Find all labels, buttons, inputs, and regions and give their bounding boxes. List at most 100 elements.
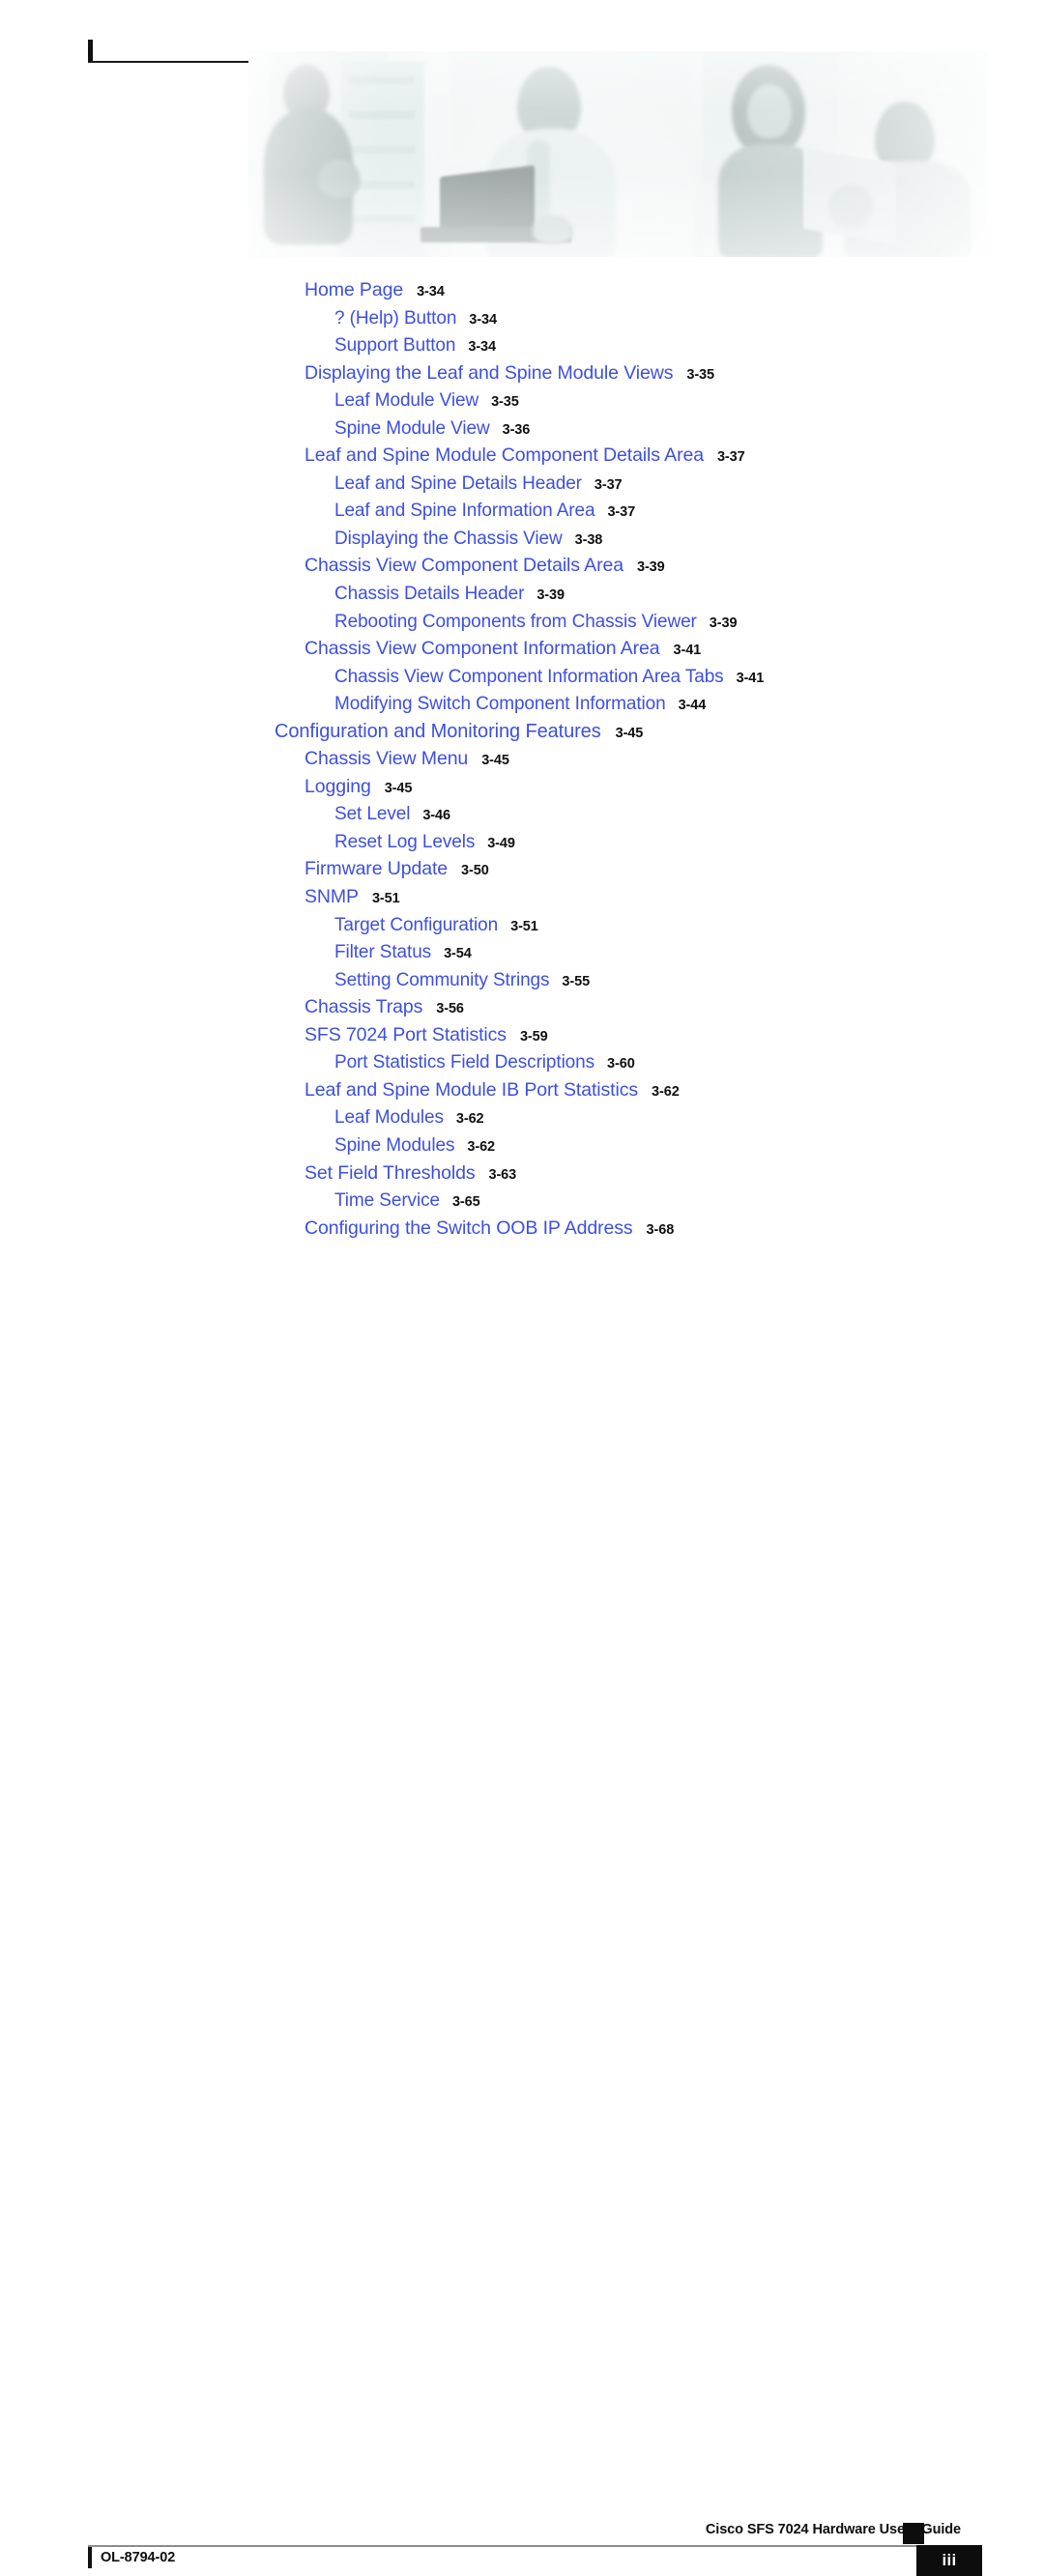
toc-entry[interactable]: Logging 3-45 xyxy=(0,773,1044,801)
toc-entry-title[interactable]: Set Level xyxy=(334,804,410,824)
toc-entry-page-number: 3-39 xyxy=(636,559,665,576)
toc-entry[interactable]: Chassis Traps 3-56 xyxy=(0,993,1044,1021)
toc-entry[interactable]: Reset Log Levels 3-49 xyxy=(0,828,1044,856)
toc-entry[interactable]: Configuration and Monitoring Features 3-4… xyxy=(0,718,1044,746)
toc-entry[interactable]: Rebooting Components from Chassis Viewer… xyxy=(0,608,1044,636)
toc-entry[interactable]: Chassis View Component Details Area 3-39 xyxy=(0,552,1044,580)
toc-entry-title[interactable]: Rebooting Components from Chassis Viewer xyxy=(334,612,697,632)
toc-entry-page-number: 3-35 xyxy=(491,394,519,411)
toc-entry[interactable]: Configuring the Switch OOB IP Address 3-6… xyxy=(0,1215,1044,1243)
toc-entry[interactable]: Leaf Modules 3-62 xyxy=(0,1103,1044,1131)
toc-entry[interactable]: Setting Community Strings 3-55 xyxy=(0,966,1044,994)
toc-entry[interactable]: Leaf and Spine Information Area 3-37 xyxy=(0,497,1044,525)
toc-entry-title[interactable]: Spine Module View xyxy=(334,418,490,439)
toc-entry-title[interactable]: Filter Status xyxy=(334,942,431,962)
header-banner-image xyxy=(248,51,987,257)
toc-entry[interactable]: SFS 7024 Port Statistics 3-59 xyxy=(0,1021,1044,1049)
toc-entry[interactable]: Support Button 3-34 xyxy=(0,331,1044,359)
toc-entry-page-number: 3-41 xyxy=(673,643,702,659)
toc-entry[interactable]: Chassis View Component Information Area … xyxy=(0,663,1044,691)
toc-entry-page-number: 3-59 xyxy=(519,1028,548,1045)
toc-entry[interactable]: Leaf Module View 3-35 xyxy=(0,386,1044,415)
toc-entry-page-number: 3-46 xyxy=(422,808,450,824)
toc-entry-title[interactable]: Displaying the Chassis View xyxy=(334,529,563,549)
toc-entry-page-number: 3-39 xyxy=(536,587,565,604)
toc-entry-page-number: 3-54 xyxy=(444,946,472,962)
toc-entry-title[interactable]: Logging xyxy=(304,776,371,797)
toc-entry[interactable]: ? (Help) Button 3-34 xyxy=(0,304,1044,332)
toc-entry-page-number: 3-41 xyxy=(736,670,765,686)
toc-entry[interactable]: Spine Module View 3-36 xyxy=(0,415,1044,443)
toc-entry-page-number: 3-65 xyxy=(451,1194,480,1211)
toc-entry[interactable]: Spine Modules 3-62 xyxy=(0,1131,1044,1159)
toc-entry[interactable]: Home Page 3-34 xyxy=(0,276,1044,304)
toc-entry[interactable]: Modifying Switch Component Information 3-… xyxy=(0,690,1044,718)
toc-entry[interactable]: Displaying the Leaf and Spine Module Vie… xyxy=(0,359,1044,387)
footer-page-number: iii xyxy=(942,2551,957,2569)
footer-rule xyxy=(88,2545,925,2547)
toc-entry-page-number: 3-60 xyxy=(607,1056,635,1073)
toc-entry-title[interactable]: Leaf Module View xyxy=(334,390,478,411)
toc-entry-page-number: 3-35 xyxy=(686,366,714,383)
toc-entry-title[interactable]: ? (Help) Button xyxy=(334,308,456,329)
toc-entry-page-number: 3-34 xyxy=(468,339,496,356)
toc-entry[interactable]: Leaf and Spine Module Component Details … xyxy=(0,442,1044,470)
toc-entry[interactable]: Leaf and Spine Details Header 3-37 xyxy=(0,470,1044,498)
toc-entry-title[interactable]: Leaf and Spine Details Header xyxy=(334,473,582,494)
toc-entry[interactable]: Port Statistics Field Descriptions 3-60 xyxy=(0,1048,1044,1076)
header-rule xyxy=(88,61,250,63)
toc-entry[interactable]: Time Service 3-65 xyxy=(0,1187,1044,1215)
toc-entry-title[interactable]: Target Configuration xyxy=(334,915,498,935)
header-change-bar xyxy=(88,40,93,62)
toc-entry-page-number: 3-45 xyxy=(481,753,509,769)
toc-entry-title[interactable]: Port Statistics Field Descriptions xyxy=(334,1052,594,1073)
toc-entry-title[interactable]: Leaf and Spine Module Component Details … xyxy=(304,444,704,466)
toc-entry-title[interactable]: Spine Modules xyxy=(334,1135,454,1156)
toc-entry-title[interactable]: Configuring the Switch OOB IP Address xyxy=(304,1217,633,1239)
toc-entry-page-number: 3-36 xyxy=(502,421,531,438)
toc-entry-page-number: 3-34 xyxy=(417,284,445,300)
toc-entry[interactable]: Leaf and Spine Module IB Port Statistics… xyxy=(0,1076,1044,1104)
toc-entry[interactable]: SNMP 3-51 xyxy=(0,883,1044,911)
toc-entry-title[interactable]: Configuration and Monitoring Features xyxy=(275,721,601,742)
toc-entry[interactable]: Firmware Update 3-50 xyxy=(0,855,1044,883)
toc-entry-page-number: 3-55 xyxy=(562,973,591,989)
toc-entry-title[interactable]: Chassis View Component Information Area … xyxy=(334,667,724,687)
toc-entry-page-number: 3-37 xyxy=(607,504,636,521)
toc-entry-title[interactable]: Chassis View Component Details Area xyxy=(304,555,624,576)
toc-entry-title[interactable]: Chassis View Menu xyxy=(304,748,468,769)
toc-entry[interactable]: Chassis View Menu 3-45 xyxy=(0,745,1044,773)
toc-entry[interactable]: Chassis View Component Information Area 3… xyxy=(0,635,1044,663)
toc-entry-title[interactable]: Leaf and Spine Information Area xyxy=(334,501,595,521)
toc-entry-page-number: 3-44 xyxy=(678,698,707,714)
toc-entry-title[interactable]: Set Field Thresholds xyxy=(304,1162,476,1184)
toc-entry-page-number: 3-34 xyxy=(469,311,497,328)
toc-entry-title[interactable]: Chassis View Component Information Area xyxy=(304,638,660,659)
toc-entry-title[interactable]: SFS 7024 Port Statistics xyxy=(304,1024,507,1045)
toc-entry-title[interactable]: Leaf Modules xyxy=(334,1107,444,1128)
toc-entry-title[interactable]: Displaying the Leaf and Spine Module Vie… xyxy=(304,362,673,384)
toc-entry-title[interactable]: Chassis Traps xyxy=(304,996,422,1017)
toc-entry-title[interactable]: Home Page xyxy=(304,279,403,301)
toc-entry-title[interactable]: Time Service xyxy=(334,1190,440,1211)
toc-entry-page-number: 3-63 xyxy=(488,1166,517,1183)
toc-entry[interactable]: Filter Status 3-54 xyxy=(0,938,1044,966)
toc-entry-page-number: 3-51 xyxy=(371,891,400,907)
toc-entry-title[interactable]: Chassis Details Header xyxy=(334,584,524,604)
toc-entry-page-number: 3-49 xyxy=(487,835,515,851)
toc-entry-title[interactable]: Modifying Switch Component Information xyxy=(334,694,666,714)
toc-entry-title[interactable]: SNMP xyxy=(304,886,359,907)
toc-entry-title[interactable]: Setting Community Strings xyxy=(334,970,550,990)
toc-entry[interactable]: Displaying the Chassis View 3-38 xyxy=(0,525,1044,553)
toc-entry[interactable]: Set Field Thresholds 3-63 xyxy=(0,1159,1044,1188)
toc-entry-title[interactable]: Support Button xyxy=(334,335,455,356)
toc-entry-title[interactable]: Reset Log Levels xyxy=(334,832,475,852)
toc-entry-page-number: 3-37 xyxy=(716,449,745,466)
toc-entry-page-number: 3-38 xyxy=(574,531,603,548)
toc-entry[interactable]: Target Configuration 3-51 xyxy=(0,911,1044,939)
toc-entry[interactable]: Chassis Details Header 3-39 xyxy=(0,580,1044,608)
footer-change-bar xyxy=(88,2547,92,2568)
toc-entry[interactable]: Set Level 3-46 xyxy=(0,800,1044,828)
toc-entry-title[interactable]: Leaf and Spine Module IB Port Statistics xyxy=(304,1079,638,1101)
toc-entry-title[interactable]: Firmware Update xyxy=(304,858,448,879)
